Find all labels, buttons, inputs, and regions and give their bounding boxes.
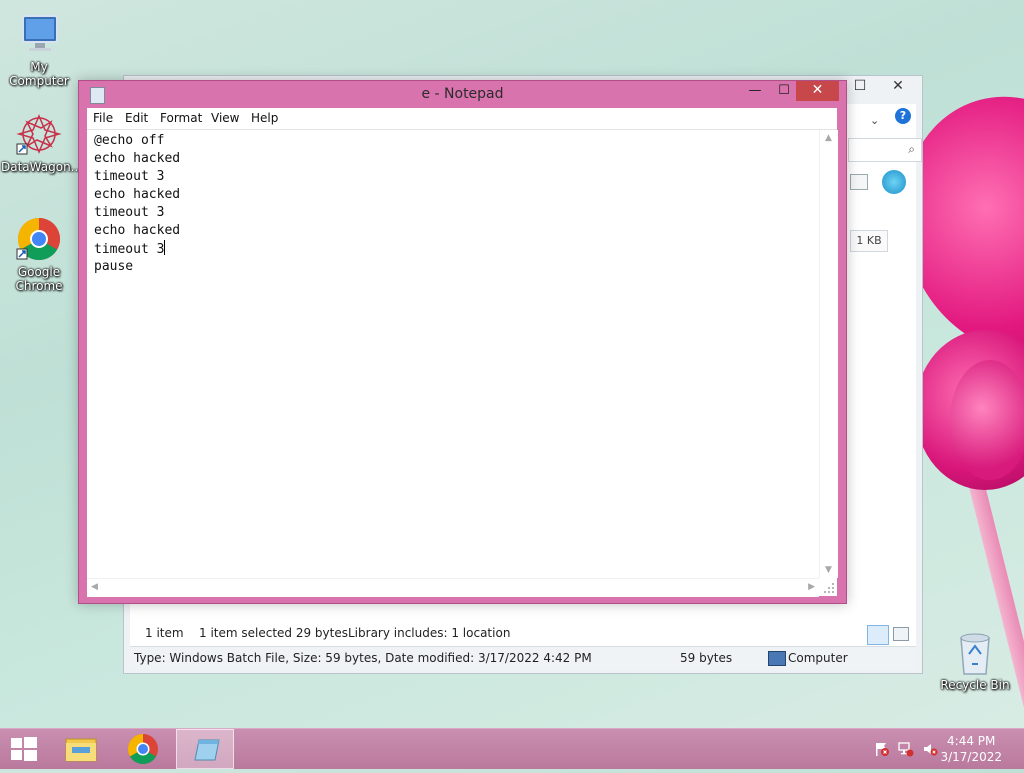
text-line: echo hacked: [94, 187, 181, 202]
vertical-scrollbar[interactable]: ▲ ▼: [819, 130, 838, 578]
chevron-down-icon[interactable]: ⌄: [870, 114, 879, 127]
minimize-button[interactable]: —: [741, 81, 769, 101]
help-icon[interactable]: ?: [895, 108, 911, 124]
scroll-left-icon[interactable]: ◀: [91, 582, 98, 592]
taskbar-google-chrome[interactable]: [114, 729, 172, 769]
taskbar-notepad[interactable]: [176, 729, 234, 769]
explorer-close-button[interactable]: ✕: [876, 76, 920, 98]
text-line: pause: [94, 259, 134, 274]
desktop-icon-label: My Computer: [9, 60, 69, 88]
menu-view[interactable]: View: [211, 111, 239, 125]
text-line: echo hacked: [94, 223, 181, 238]
menu-help[interactable]: Help: [251, 111, 278, 125]
resize-grip-icon[interactable]: [819, 578, 837, 596]
menu-bar: File Edit Format View Help: [87, 108, 837, 130]
explorer-maximize-button[interactable]: ☐: [844, 76, 876, 98]
text-line-with-caret: timeout 3: [94, 240, 166, 259]
status-library: Library includes: 1 location: [348, 626, 511, 640]
file-size-badge: 1 KB: [850, 230, 888, 252]
wallpaper-petal: [950, 360, 1024, 480]
status-item-count: 1 item: [145, 626, 184, 640]
system-clock[interactable]: 4:44 PM 3/17/2022: [940, 733, 1002, 765]
action-center-flag-icon[interactable]: [874, 741, 890, 757]
notepad-title-bar[interactable]: e - Notepad — ☐ ✕: [79, 81, 846, 107]
text-line: echo hacked: [94, 151, 181, 166]
details-size: 59 bytes: [680, 651, 733, 665]
volume-muted-icon[interactable]: [922, 741, 938, 757]
computer-icon: [768, 651, 786, 666]
text-editor[interactable]: @echo off echo hacked timeout 3 echo hac…: [87, 130, 819, 578]
chrome-icon: [15, 215, 63, 263]
close-button[interactable]: ✕: [796, 81, 839, 101]
folder-icon: [65, 738, 97, 762]
status-selected: 1 item selected 29 bytes: [199, 626, 348, 640]
desktop-icon-recycle-bin[interactable]: Recycle Bin: [937, 630, 1013, 692]
scroll-up-icon[interactable]: ▲: [825, 133, 832, 143]
details-type-text: Type: Windows Batch File, Size: 59 bytes…: [134, 651, 592, 665]
share-icon[interactable]: [882, 170, 906, 194]
notepad-icon: [194, 739, 220, 761]
text-line: timeout 3: [94, 205, 165, 220]
scroll-down-icon[interactable]: ▼: [825, 565, 832, 575]
clock-date: 3/17/2022: [940, 750, 1002, 764]
computer-icon: [15, 10, 63, 58]
text-line: timeout 3: [94, 242, 165, 257]
text-caret: [164, 240, 166, 255]
desktop-icon-my-computer[interactable]: My Computer: [1, 10, 77, 88]
desktop-icon-label: Recycle Bin: [940, 678, 1010, 692]
desktop-icon-label: Google Chrome: [15, 265, 63, 293]
search-icon: ⌕: [908, 142, 915, 156]
clock-time: 4:44 PM: [947, 734, 996, 748]
text-line: @echo off: [94, 133, 165, 148]
maximize-button[interactable]: ☐: [770, 81, 798, 101]
menu-format[interactable]: Format: [160, 111, 202, 125]
explorer-status-bar: 1 item 1 item selected 29 bytes Library …: [130, 621, 916, 647]
recycle-bin-icon: [955, 630, 995, 676]
window-title: e - Notepad: [421, 86, 504, 102]
taskbar-file-explorer[interactable]: [52, 729, 110, 769]
network-icon[interactable]: [898, 741, 914, 757]
horizontal-scrollbar[interactable]: ◀ ▶: [87, 578, 819, 597]
menu-file[interactable]: File: [93, 111, 113, 125]
search-input[interactable]: ⌕: [848, 138, 922, 162]
notepad-window[interactable]: e - Notepad — ☐ ✕ File Edit Format View …: [78, 80, 847, 604]
start-button[interactable]: [0, 729, 48, 769]
desktop-icon-google-chrome[interactable]: Google Chrome: [1, 215, 77, 293]
windows-logo-icon: [11, 737, 37, 761]
datawagon-icon: [15, 110, 63, 158]
taskbar: 4:44 PM 3/17/2022: [0, 728, 1024, 769]
preview-pane-icon[interactable]: [850, 174, 868, 190]
scroll-right-icon[interactable]: ▶: [808, 582, 815, 592]
desktop-icon-label: DataWagon...: [1, 160, 83, 174]
text-line: timeout 3: [94, 169, 165, 184]
large-icons-view-icon[interactable]: [893, 627, 909, 641]
chrome-icon: [127, 734, 158, 765]
details-view-icon[interactable]: [867, 625, 889, 645]
explorer-details-bar: Type: Windows Batch File, Size: 59 bytes…: [130, 646, 916, 669]
menu-edit[interactable]: Edit: [125, 111, 148, 125]
details-location: Computer: [788, 651, 848, 665]
desktop-icon-datawagon[interactable]: DataWagon...: [1, 110, 83, 174]
